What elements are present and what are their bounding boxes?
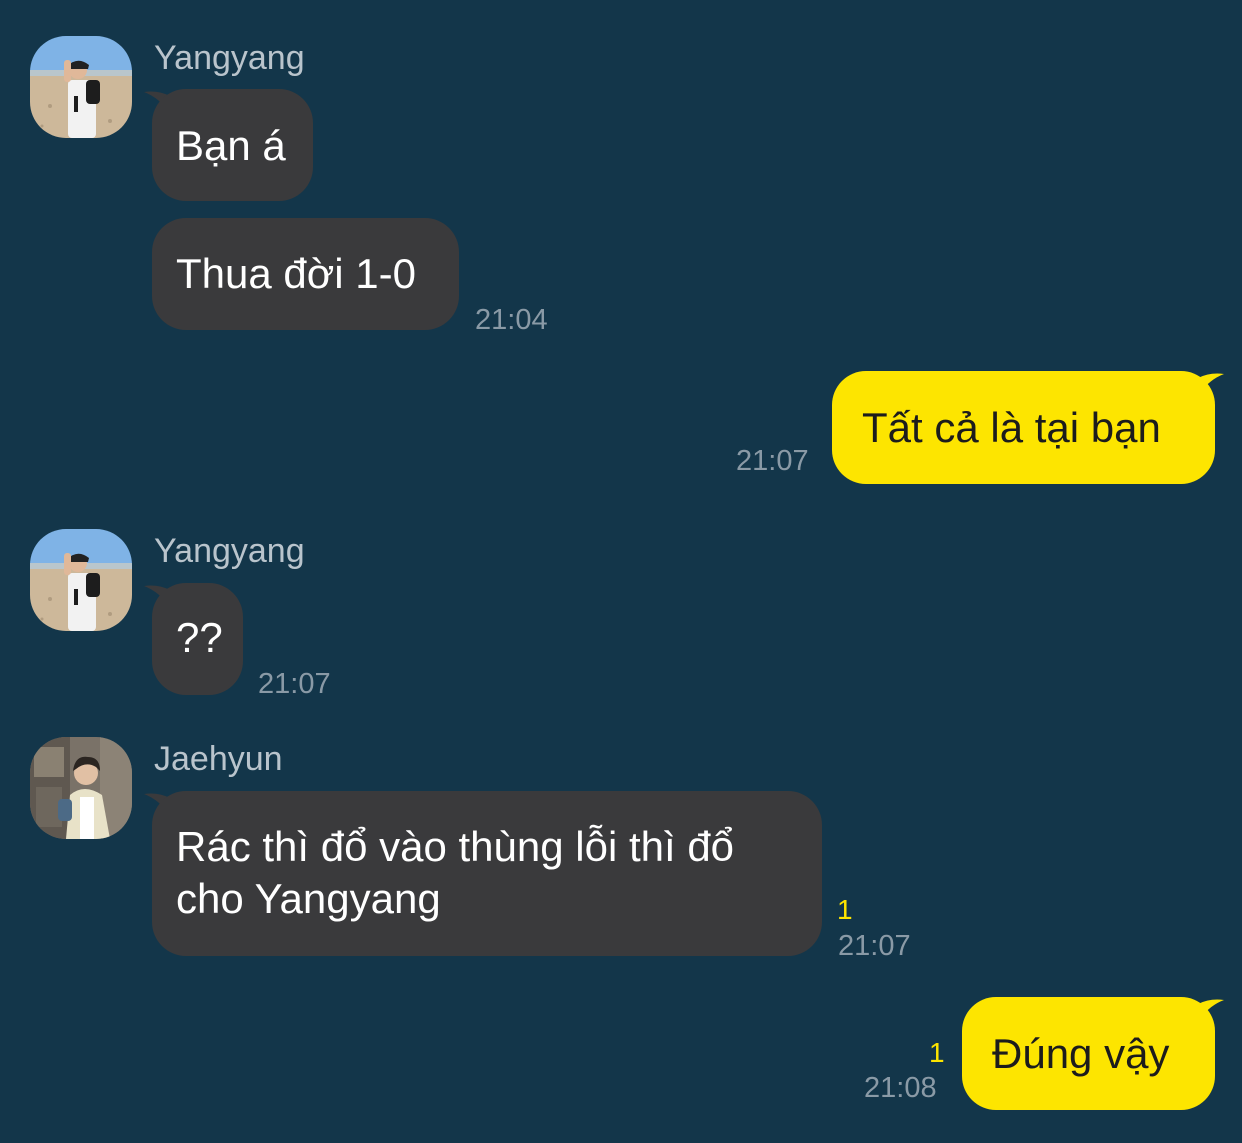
message-timestamp: 21:07 [736,445,809,477]
message-timestamp: 21:07 [258,668,331,700]
bubble-tail [1198,373,1224,396]
yangyang-avatar[interactable] [30,529,132,631]
message-text: ?? [176,614,223,661]
message-timestamp: 21:04 [475,304,548,336]
sender-name: Yangyang [154,532,305,570]
unread-count: 1 [929,1037,945,1068]
message-text-line: Rác thì đổ vào thùng lỗi thì đổ [176,823,735,870]
sender-name: Jaehyun [154,740,283,778]
message-text: Tất cả là tại bạn [862,404,1161,451]
message-bubble[interactable]: Rác thì đổ vào thùng lỗi thì đổ cho Yang… [152,791,822,956]
message-text: Đúng vậy [992,1030,1170,1077]
bubble-tail [1198,999,1224,1022]
message-timestamp: 21:08 [864,1072,937,1104]
yangyang-avatar-photo [30,529,132,631]
unread-count: 1 [837,894,853,925]
message-bubble[interactable]: Bạn á [152,89,313,201]
message-bubble-outgoing[interactable]: Đúng vậy [962,997,1215,1110]
message-bubble-outgoing[interactable]: Tất cả là tại bạn [832,371,1215,484]
message-text: Bạn á [176,122,286,169]
sender-name: Yangyang [154,39,305,77]
yangyang-avatar[interactable] [30,36,132,138]
jaehyun-avatar-photo [30,737,132,839]
message-text-line: cho Yangyang [176,875,441,922]
message-timestamp: 21:07 [838,930,911,962]
message-bubble[interactable]: ?? [152,583,243,695]
message-bubble[interactable]: Thua đời 1-0 [152,218,459,330]
yangyang-avatar-photo [30,36,132,138]
message-text: Thua đời 1-0 [176,250,417,297]
jaehyun-avatar[interactable] [30,737,132,839]
